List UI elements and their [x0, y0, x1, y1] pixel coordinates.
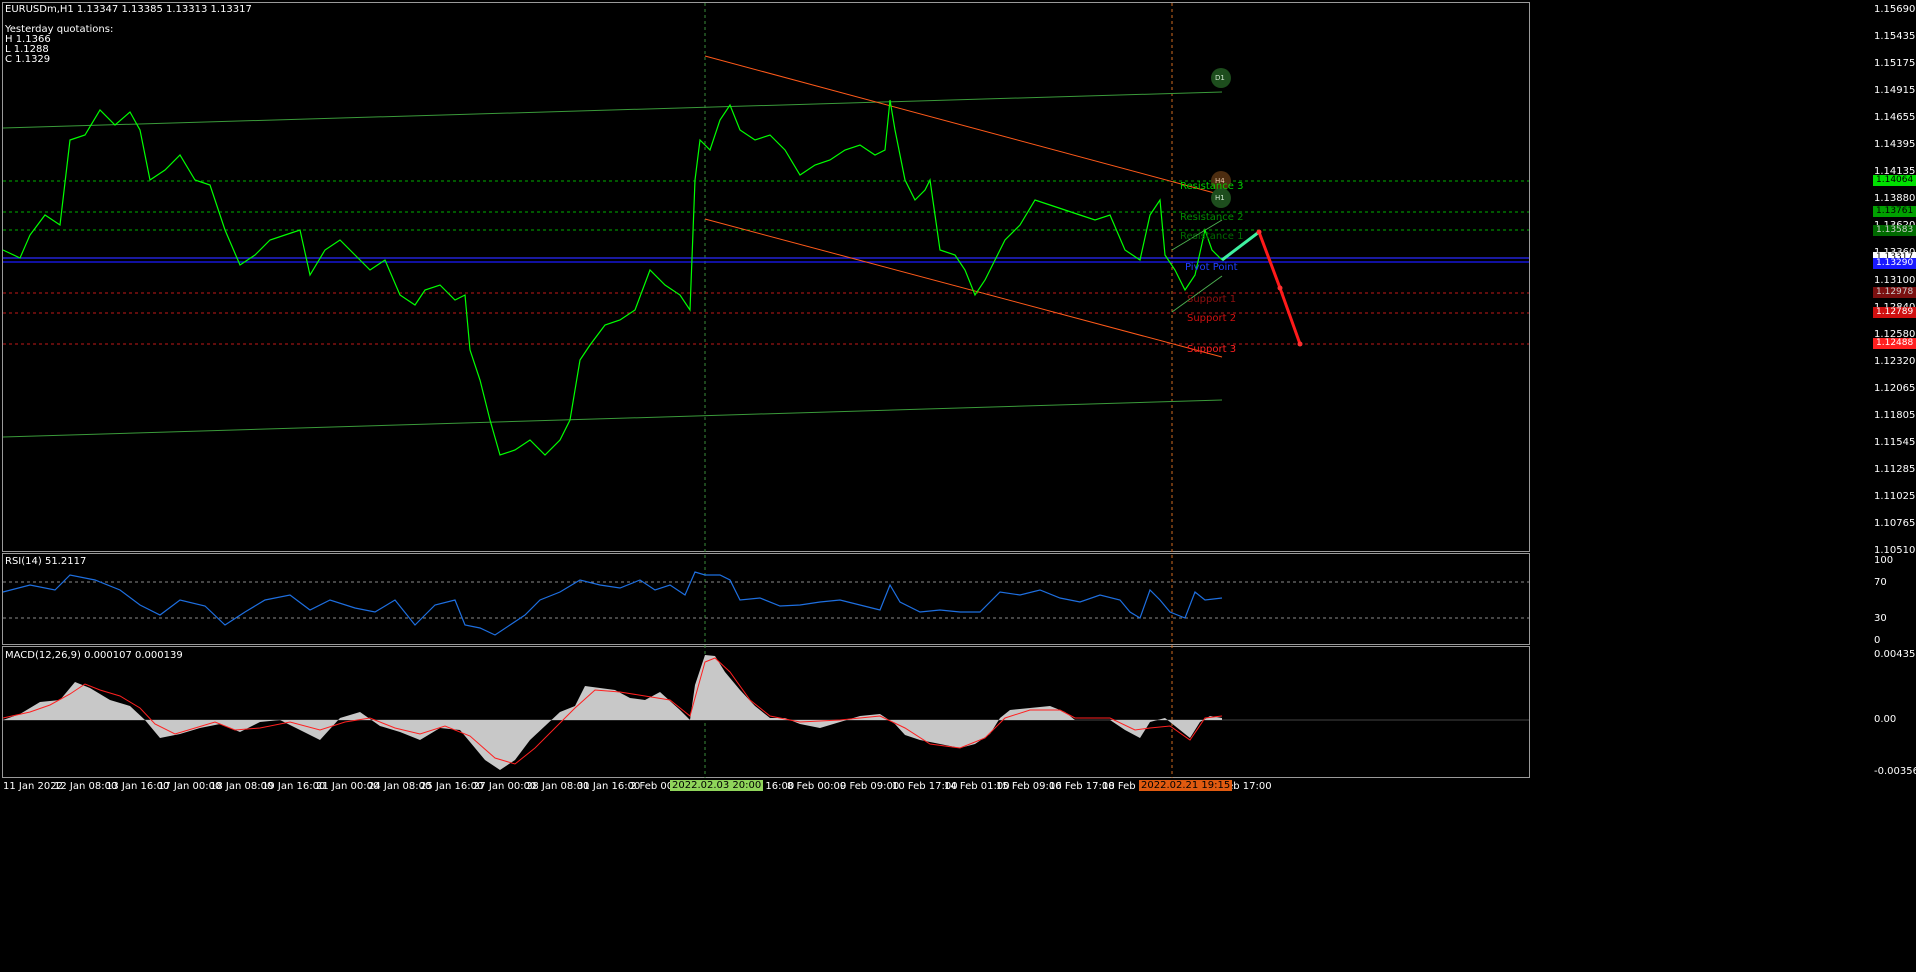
price-axis-label: 1.14915 [1874, 85, 1916, 97]
chart-drawing-layer [2, 3, 1529, 778]
cursor-time-b: 2022.02.21 19:15 [1139, 780, 1233, 791]
price-axis-label: 1.15435 [1874, 31, 1916, 43]
cursor-time-a: 2022.02.03 20:00 [670, 780, 764, 791]
price-series [2, 99, 1223, 456]
h4-badge[interactable]: H4 [1215, 176, 1225, 187]
macd-header: MACD(12,26,9) 0.000107 0.000139 [5, 650, 183, 661]
chart-header: EURUSDm,H1 1.13347 1.13385 1.13313 1.133… [5, 4, 252, 15]
resistance-3-tag: 1.14064 [1873, 175, 1916, 186]
quote-close: C 1.1329 [5, 54, 51, 65]
price-axis-label: 1.11025 [1874, 490, 1916, 502]
support-1-tag: 1.12978 [1873, 287, 1916, 298]
resistance-2-label: Resistance 2 [1180, 212, 1244, 223]
pivot-point-label: Pivot Point [1185, 262, 1238, 273]
resistance-1-label: Resistance 1 [1180, 231, 1244, 242]
h1-badge[interactable]: H1 [1215, 193, 1225, 204]
price-axis-label: 1.13100 [1874, 274, 1916, 286]
price-axis-label: 1.12065 [1874, 382, 1916, 394]
pivot-tag: 1.13290 [1873, 258, 1916, 269]
resistance-3-label: Resistance 3 [1180, 181, 1244, 192]
price-axis-label: 1.15175 [1874, 58, 1916, 70]
resistance-2-tag: 1.13761 [1873, 206, 1916, 217]
price-axis-label: 1.11545 [1874, 436, 1916, 448]
macd-level-zero: 0.00 [1874, 714, 1897, 725]
price-axis-label: 1.14395 [1874, 139, 1916, 151]
support-1-label: Support 1 [1187, 294, 1237, 305]
support-2-label: Support 2 [1187, 313, 1237, 324]
macd-level-top: 0.004356 [1874, 649, 1916, 660]
price-axis-label: 1.15690 [1874, 4, 1916, 15]
rsi-level-100: 100 [1874, 555, 1894, 566]
price-axis-label: 1.13880 [1874, 193, 1916, 205]
time-axis-label: 9 Feb 09:00 [840, 781, 900, 792]
support-3-tag: 1.12488 [1873, 338, 1916, 349]
rsi-level-30: 30 [1874, 613, 1887, 624]
rsi-level-0: 0 [1874, 635, 1881, 646]
price-axis-label: 1.12320 [1874, 355, 1916, 367]
price-axis-label: 1.11805 [1874, 409, 1916, 421]
support-3-label: Support 3 [1187, 344, 1237, 355]
rsi-level-70: 70 [1874, 577, 1887, 588]
time-axis-label: 8 Feb 00:00 [787, 781, 847, 792]
d1-badge[interactable]: D1 [1215, 73, 1225, 84]
support-2-tag: 1.12789 [1873, 307, 1916, 318]
macd-level-bottom: -0.003563 [1874, 766, 1916, 777]
price-axis-label: 1.11285 [1874, 463, 1916, 475]
price-axis-label: 1.10765 [1874, 517, 1916, 529]
macd-histogram [3, 655, 1222, 770]
rsi-series [2, 571, 1223, 636]
price-axis-label: 1.14655 [1874, 112, 1916, 124]
rsi-header: RSI(14) 51.2117 [5, 556, 87, 567]
resistance-1-tag: 1.13583 [1873, 225, 1916, 236]
